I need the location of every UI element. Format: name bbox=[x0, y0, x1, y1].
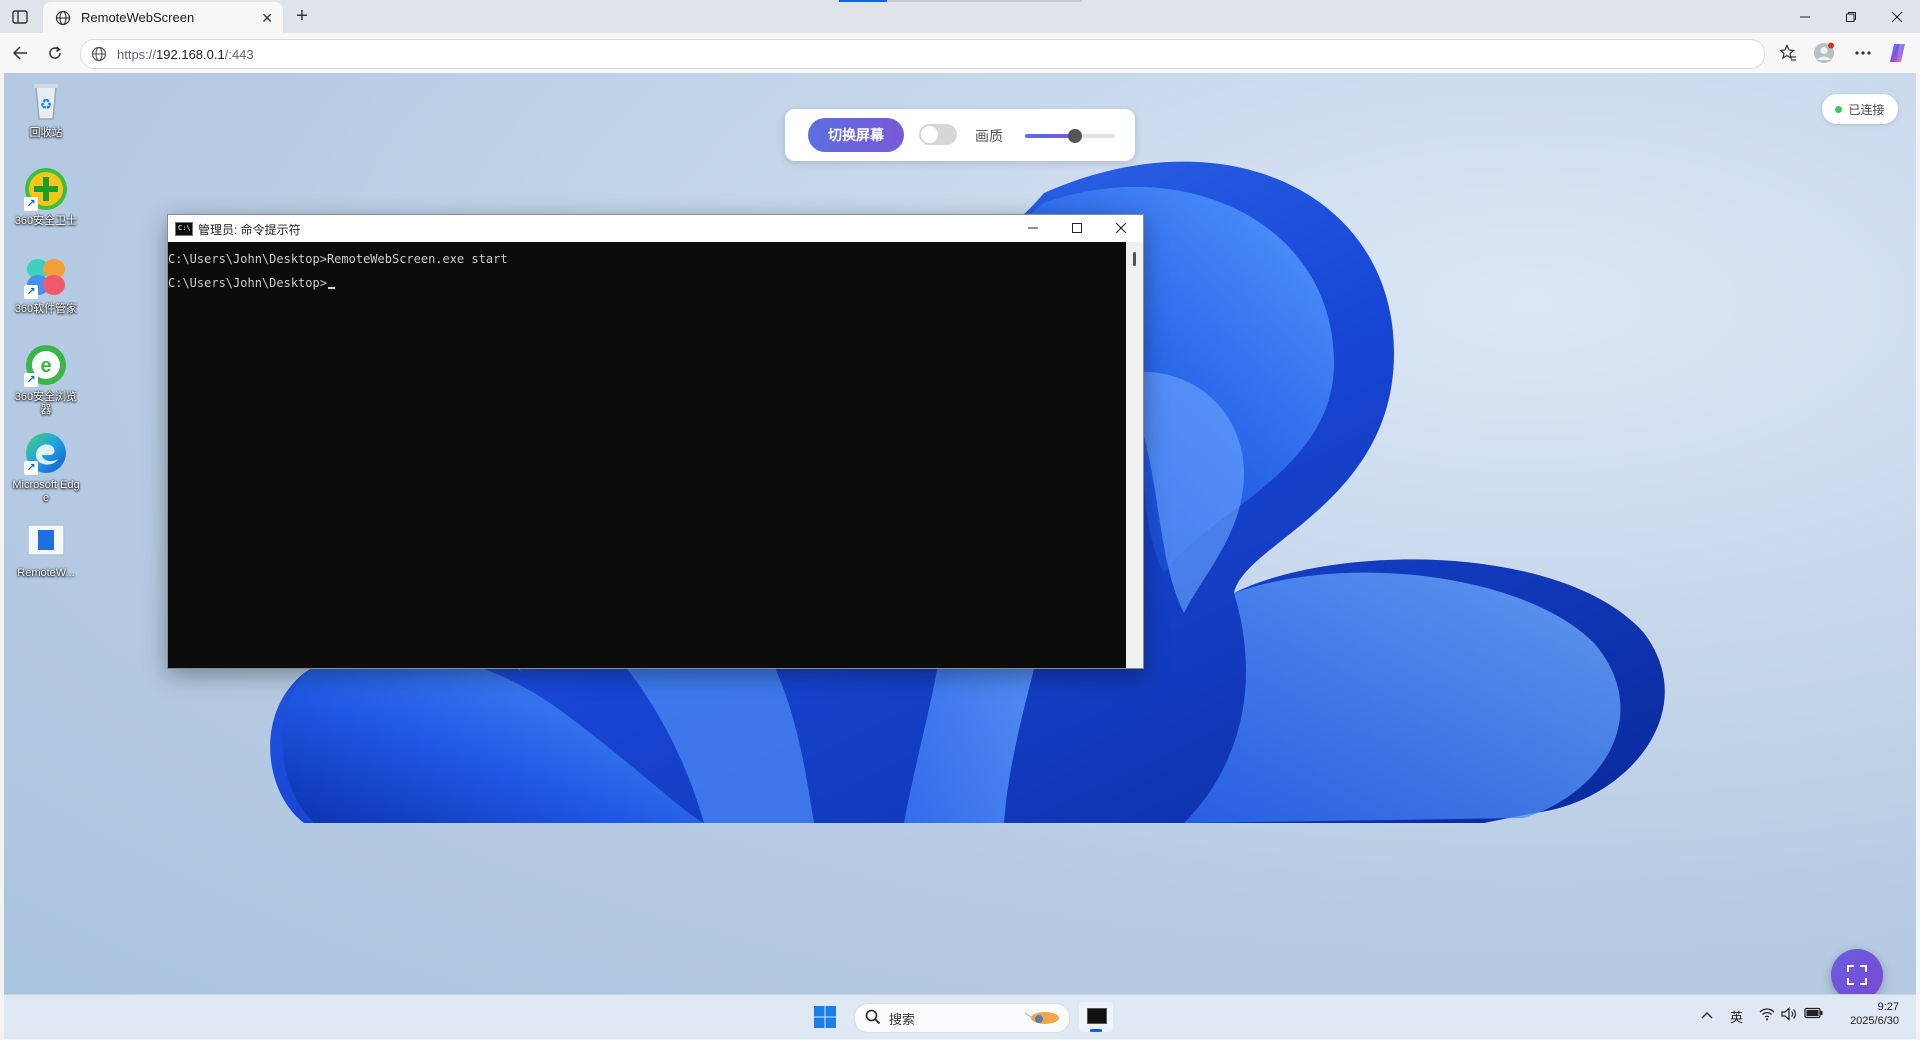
cmd-output-line: C:\Users\John\Desktop>RemoteWebScreen.ex… bbox=[168, 252, 508, 266]
close-tab-icon[interactable]: ✕ bbox=[261, 10, 273, 27]
loading-indicator-track bbox=[887, 0, 1082, 2]
desktop-icon-360-software-manager[interactable]: ↗ 360软件管家 bbox=[10, 253, 82, 316]
remote-control-panel: 切换屏幕 画质 bbox=[785, 109, 1135, 161]
cmd-scrollbar[interactable] bbox=[1126, 242, 1143, 668]
quality-slider[interactable] bbox=[1025, 129, 1115, 143]
close-window-button[interactable] bbox=[1874, 5, 1920, 29]
quality-slider-thumb[interactable] bbox=[1067, 129, 1082, 143]
desktop-icon-label: RemoteW... bbox=[17, 567, 75, 579]
fullscreen-icon bbox=[1847, 965, 1867, 985]
cmd-taskbar-icon bbox=[1087, 1008, 1107, 1024]
cmd-app-icon: C:\ bbox=[175, 222, 193, 236]
cmd-close-button[interactable] bbox=[1099, 215, 1143, 241]
recycle-bin-icon: ♻ bbox=[22, 77, 70, 125]
360-security-icon: ↗ bbox=[22, 165, 70, 213]
taskbar-clock[interactable]: 9:27 2025/6/30 bbox=[1839, 1000, 1899, 1028]
view-toggle[interactable] bbox=[919, 124, 957, 145]
desktop-icon-label: Microsoft Edge bbox=[12, 479, 80, 504]
desktop-icon-label: 360软件管家 bbox=[14, 303, 78, 315]
favorites-icon[interactable] bbox=[1775, 41, 1801, 65]
active-app-indicator bbox=[1090, 1029, 1102, 1032]
tab-remotewebscreen[interactable]: RemoteWebScreen ✕ bbox=[43, 2, 283, 33]
clock-time: 9:27 bbox=[1877, 1001, 1899, 1013]
more-menu-icon[interactable] bbox=[1850, 41, 1876, 65]
search-placeholder: 搜索 bbox=[889, 1011, 916, 1027]
new-tab-button[interactable]: + bbox=[291, 5, 313, 27]
svg-text:♻: ♻ bbox=[40, 96, 53, 112]
desktop-icon-label: 360安全浏览器 bbox=[14, 391, 78, 416]
cmd-console[interactable]: C:\Users\John\Desktop>RemoteWebScreen.ex… bbox=[168, 242, 1126, 668]
battery-icon[interactable] bbox=[1804, 1007, 1824, 1022]
search-icon bbox=[865, 1009, 881, 1028]
edge-icon: ↗ bbox=[22, 429, 70, 477]
clock-date: 2025/6/30 bbox=[1850, 1015, 1899, 1027]
connection-status-badge: 已连接 bbox=[1822, 94, 1898, 124]
taskbar-search-box[interactable]: 搜索 bbox=[854, 1003, 1070, 1033]
cmd-maximize-button[interactable] bbox=[1055, 215, 1099, 241]
cmd-scrollbar-thumb[interactable] bbox=[1133, 252, 1136, 266]
address-toolbar: https://192.168.0.1/:443 bbox=[0, 33, 1920, 73]
globe-icon bbox=[55, 10, 71, 26]
site-info-icon[interactable] bbox=[91, 46, 107, 62]
cmd-title-bar[interactable]: C:\ 管理员: 命令提示符 bbox=[168, 215, 1143, 242]
taskbar-cmd-app[interactable] bbox=[1079, 1002, 1113, 1032]
sidebar-toggle-icon[interactable] bbox=[10, 8, 30, 26]
cmd-window-title: 管理员: 命令提示符 bbox=[198, 223, 301, 237]
minimize-button[interactable] bbox=[1782, 5, 1828, 29]
remote-screen[interactable]: ♻ 回收站 ↗ 360安全卫士 ↗ 360软件管家 e ↗ 360安全浏览器 ↗… bbox=[4, 73, 1916, 994]
restore-button[interactable] bbox=[1828, 5, 1874, 29]
desktop-icon-remotewebscreen[interactable]: RemoteW... bbox=[10, 517, 82, 580]
fullscreen-button[interactable] bbox=[1831, 949, 1883, 994]
remote-app-icon bbox=[22, 517, 70, 565]
toggle-knob bbox=[921, 126, 938, 143]
desktop-icon-label: 回收站 bbox=[29, 127, 63, 139]
desktop-icon-recycle-bin[interactable]: ♻ 回收站 bbox=[10, 77, 82, 140]
desktop-icon-edge[interactable]: ↗ Microsoft Edge bbox=[10, 429, 82, 505]
wifi-icon[interactable] bbox=[1759, 1007, 1775, 1024]
url-text: https://192.168.0.1/:443 bbox=[117, 46, 254, 62]
cmd-minimize-button[interactable] bbox=[1011, 215, 1055, 241]
connection-status-text: 已连接 bbox=[1848, 102, 1885, 117]
volume-icon[interactable] bbox=[1780, 1007, 1798, 1024]
cmd-prompt-line: C:\Users\John\Desktop> bbox=[168, 276, 335, 290]
browser-tab-bar: RemoteWebScreen ✕ + bbox=[0, 0, 1920, 33]
svg-text:e: e bbox=[40, 355, 51, 377]
360-browser-icon: e ↗ bbox=[22, 341, 70, 389]
text-cursor bbox=[327, 287, 335, 289]
status-dot-icon bbox=[1835, 105, 1843, 113]
input-method-indicator[interactable]: 英 bbox=[1730, 1007, 1743, 1026]
loading-indicator bbox=[839, 0, 887, 2]
tab-title: RemoteWebScreen bbox=[81, 10, 195, 25]
copilot-icon[interactable] bbox=[1885, 41, 1911, 65]
switch-screen-button[interactable]: 切换屏幕 bbox=[808, 118, 904, 152]
remote-taskbar: 搜索 英 9:27 2025/6/30 bbox=[4, 994, 1916, 1039]
search-highlight-icon bbox=[1021, 1009, 1061, 1027]
reload-icon[interactable] bbox=[43, 42, 67, 64]
desktop-icon-360-security[interactable]: ↗ 360安全卫士 bbox=[10, 165, 82, 228]
profile-avatar-icon[interactable] bbox=[1811, 41, 1837, 65]
360-software-manager-icon: ↗ bbox=[22, 253, 70, 301]
desktop-icon-360-browser[interactable]: e ↗ 360安全浏览器 bbox=[10, 341, 82, 417]
command-prompt-window[interactable]: C:\ 管理员: 命令提示符 C:\Users\John\Desktop>Rem… bbox=[167, 214, 1144, 669]
address-input[interactable]: https://192.168.0.1/:443 bbox=[80, 39, 1765, 69]
chevron-up-icon[interactable] bbox=[1701, 1007, 1713, 1022]
back-arrow-icon[interactable] bbox=[8, 42, 32, 64]
desktop-icon-label: 360安全卫士 bbox=[14, 215, 78, 227]
quality-label: 画质 bbox=[975, 128, 1003, 144]
windows-start-icon[interactable] bbox=[813, 1005, 839, 1029]
